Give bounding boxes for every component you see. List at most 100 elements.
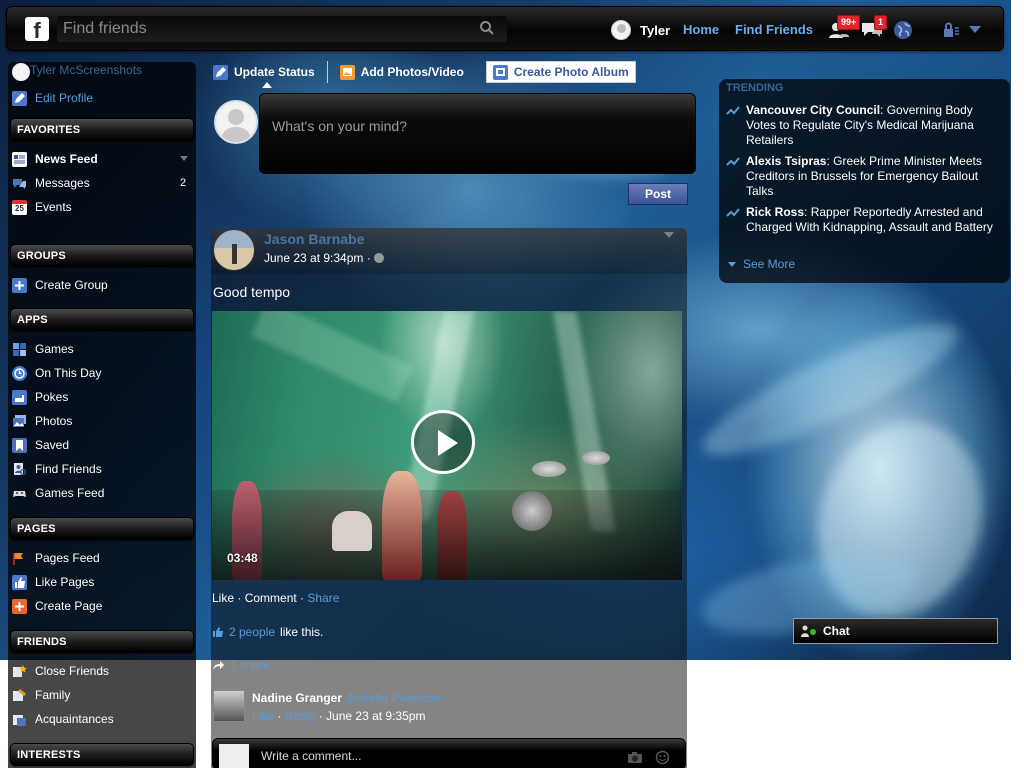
sidebar-item-label: Games [35, 342, 74, 356]
trending-item[interactable]: Alexis Tsipras: Greek Prime Minister Mee… [726, 154, 996, 199]
tab-create-photo-album[interactable]: Create Photo Album [485, 61, 636, 83]
public-globe-icon [373, 253, 384, 263]
story-author-avatar[interactable] [213, 229, 255, 271]
post-button[interactable]: Post [628, 183, 688, 205]
sidebar-item-pokes[interactable]: Pokes [12, 386, 68, 408]
comment-reply-link[interactable]: Reply [285, 709, 316, 723]
commenter-name-link[interactable]: Nadine Granger [252, 691, 342, 705]
trending-topic: Rick Ross [746, 205, 805, 219]
messages-icon[interactable]: 1 [860, 15, 888, 41]
sidebar-item-pages-feed[interactable]: Pages Feed [12, 547, 100, 569]
share-link[interactable]: Share [307, 591, 339, 605]
share-arrow-icon [213, 660, 224, 670]
status-input[interactable] [272, 118, 682, 148]
photo-icon [339, 64, 355, 80]
facebook-logo-icon[interactable]: f [25, 17, 49, 43]
edit-profile-label: Edit Profile [35, 91, 94, 105]
camera-icon[interactable] [627, 751, 643, 764]
user-avatar [611, 20, 631, 40]
tab-label: Create Photo Album [513, 65, 629, 79]
story-options-chevron-down-icon[interactable] [664, 232, 674, 238]
likes-summary: 2 people like this. [212, 625, 323, 639]
like-link[interactable]: Like [212, 591, 234, 605]
search-icon[interactable] [479, 20, 495, 36]
apps-header: APPS [10, 308, 194, 331]
comment-input[interactable] [261, 749, 621, 763]
sidebar-item-like-pages[interactable]: Like Pages [12, 571, 94, 593]
sidebar-item-label: Saved [35, 438, 70, 452]
groups-header: GROUPS [10, 244, 194, 267]
interests-header: INTERESTS [10, 743, 194, 766]
acquaintances-icon [12, 712, 27, 727]
messages-count: 2 [180, 177, 187, 189]
calendar-icon: 25 [12, 199, 27, 215]
family-icon [12, 688, 27, 703]
sidebar-item-label: Close Friends [35, 664, 110, 678]
likes-count-link[interactable]: 2 people [229, 625, 275, 639]
comment-timestamp[interactable]: June 23 at 9:35pm [326, 709, 425, 723]
user-name: Tyler [640, 22, 671, 38]
comment-like-link[interactable]: Like [252, 709, 274, 723]
see-more-trending-link[interactable]: See More [728, 257, 795, 271]
sidebar-item-label: Games Feed [35, 486, 105, 500]
search-input[interactable] [57, 16, 507, 42]
sidebar-item-create-page[interactable]: Create Page [12, 595, 102, 617]
account-menu-chevron-down-icon[interactable] [968, 24, 992, 46]
story-timestamp[interactable]: June 23 at 9:34pm · [264, 251, 384, 265]
sidebar-item-photos[interactable]: Photos [12, 410, 72, 432]
pokes-hand-icon [12, 389, 27, 405]
tab-add-photos-video[interactable]: Add Photos/Video [326, 61, 476, 83]
sidebar-item-label: Create Group [35, 278, 108, 292]
friend-requests-badge: 99+ [837, 15, 861, 30]
story-time-text: June 23 at 9:34pm · [264, 251, 371, 265]
shares-summary[interactable]: 1 share [212, 658, 270, 672]
tagged-user-link[interactable]: Jennifer Paterson [346, 691, 440, 705]
profile-avatar[interactable] [12, 63, 30, 81]
saved-bookmark-icon [12, 437, 27, 453]
home-link[interactable]: Home [683, 22, 719, 37]
sidebar-item-on-this-day[interactable]: On This Day [12, 362, 101, 384]
trending-arrow-icon [726, 157, 740, 166]
pencil-icon [12, 90, 27, 106]
games-icon [12, 342, 27, 357]
tab-update-status[interactable]: Update Status [213, 61, 327, 83]
tab-label: Update Status [234, 65, 315, 79]
sidebar-item-acquaintances[interactable]: Acquaintances [12, 708, 114, 730]
sidebar-item-news-feed[interactable]: News Feed [12, 148, 192, 170]
create-page-icon [12, 598, 27, 614]
sidebar-item-events[interactable]: 25 Events [12, 196, 72, 218]
trending-item[interactable]: Vancouver City Council: Governing Body V… [726, 103, 996, 148]
emoji-icon[interactable] [655, 750, 670, 765]
sidebar-item-find-friends[interactable]: Find Friends [12, 458, 102, 480]
notifications-globe-icon[interactable] [892, 19, 916, 41]
play-video-button[interactable] [411, 410, 475, 474]
sidebar-item-saved[interactable]: Saved [12, 434, 69, 456]
chat-bar[interactable]: Chat [793, 618, 998, 644]
close-friends-star-icon [12, 664, 27, 679]
find-friends-link[interactable]: Find Friends [735, 22, 813, 37]
profile-link[interactable]: Tyler [611, 20, 670, 40]
profile-name-link[interactable]: Tyler McScreenshots [30, 63, 142, 77]
sidebar-item-messages[interactable]: Messages 2 [12, 172, 192, 194]
sidebar-item-label: Create Page [35, 599, 103, 613]
friend-requests-icon[interactable]: 99+ [827, 15, 861, 41]
sidebar-item-label: Pokes [35, 390, 69, 404]
news-feed-options-chevron-icon[interactable] [180, 156, 188, 161]
sidebar-item-games-feed[interactable]: Games Feed [12, 482, 104, 504]
composer-pointer [262, 82, 272, 88]
privacy-lock-icon[interactable] [941, 19, 965, 41]
comment-link[interactable]: Comment [245, 591, 297, 605]
sidebar-item-label: Family [35, 688, 71, 702]
trending-item[interactable]: Rick Ross: Rapper Reportedly Arrested an… [726, 205, 996, 235]
sidebar-item-label: Photos [35, 414, 73, 428]
pencil-icon [213, 64, 228, 80]
sidebar-item-close-friends[interactable]: Close Friends [12, 660, 109, 682]
search-box [57, 16, 507, 42]
sidebar-item-create-group[interactable]: Create Group [12, 274, 108, 296]
commenter-avatar[interactable] [213, 690, 245, 722]
story-author-link[interactable]: Jason Barnabe [264, 231, 364, 247]
sidebar-item-games[interactable]: Games [12, 338, 74, 360]
edit-profile-link[interactable]: Edit Profile [12, 87, 93, 109]
sidebar-item-family[interactable]: Family [12, 684, 70, 706]
tab-label: Add Photos/Video [360, 65, 464, 79]
